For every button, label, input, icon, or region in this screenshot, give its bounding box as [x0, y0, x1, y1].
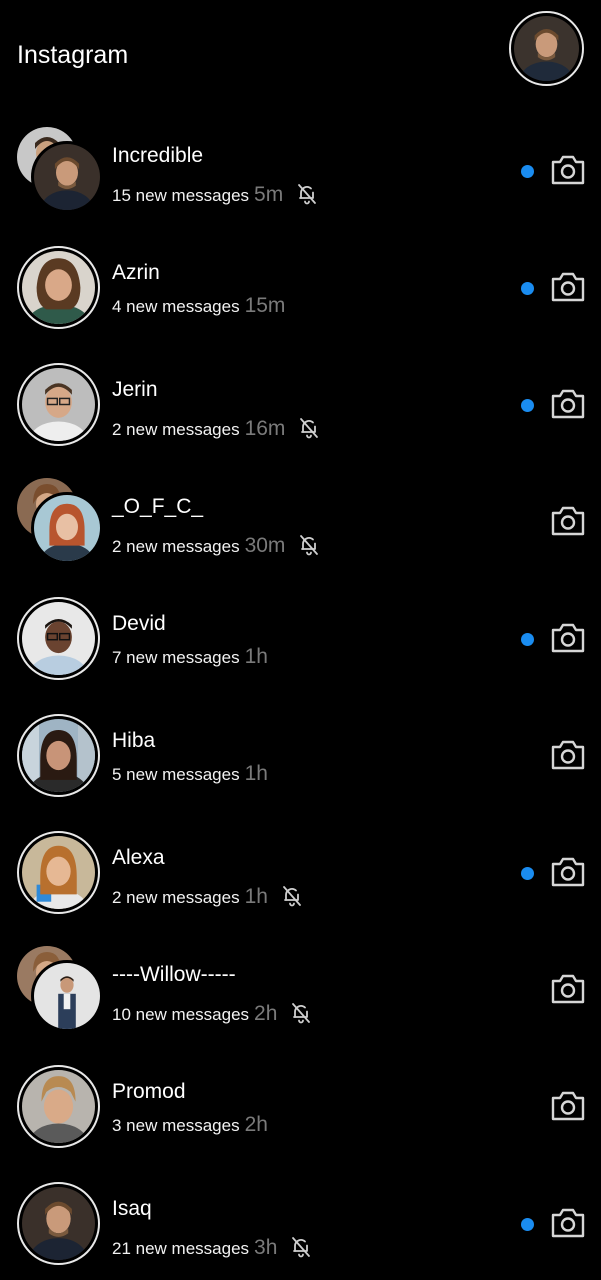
app-title: Instagram: [17, 41, 129, 69]
thread-meta: 5 new messages 1h: [112, 762, 268, 786]
message-preview: 10 new messages: [112, 1005, 250, 1024]
avatar: [17, 1065, 100, 1148]
thread-row[interactable]: Alexa 2 new messages 1h: [0, 812, 601, 929]
camera-button[interactable]: [549, 270, 587, 304]
thread-name: Isaq: [112, 1197, 152, 1220]
thread-meta: 2 new messages 16m: [112, 411, 321, 440]
thread-row[interactable]: ----Willow----- 10 new messages 2h: [0, 929, 601, 1046]
message-preview: 3 new messages: [112, 1116, 240, 1135]
thread-row[interactable]: _O_F_C_ 2 new messages 30m: [0, 461, 601, 578]
camera-button[interactable]: [549, 1206, 587, 1240]
header: Instagram: [0, 0, 601, 110]
avatar: [17, 246, 100, 329]
message-preview: 2 new messages: [112, 888, 240, 907]
muted-bell-icon: [289, 1235, 313, 1259]
thread-row[interactable]: Azrin 4 new messages 15m: [0, 227, 601, 344]
thread-meta: 15 new messages 5m: [112, 177, 319, 206]
message-preview: 2 new messages: [112, 537, 240, 556]
thread-name: Devid: [112, 612, 166, 635]
unread-dot: [521, 1218, 534, 1231]
unread-dot: [521, 165, 534, 178]
avatar: [17, 1182, 100, 1265]
camera-button[interactable]: [549, 1089, 587, 1123]
message-preview: 5 new messages: [112, 765, 240, 784]
timestamp: 5m: [254, 183, 284, 206]
thread-row[interactable]: Incredible 15 new messages 5m: [0, 110, 601, 227]
muted-bell-icon: [295, 182, 319, 206]
thread-list: Incredible 15 new messages 5m Azrin 4 ne…: [0, 110, 601, 1280]
thread-meta: 2 new messages 30m: [112, 528, 321, 557]
thread-name: Jerin: [112, 378, 158, 401]
timestamp: 15m: [244, 294, 286, 317]
muted-bell-icon: [289, 1001, 313, 1025]
group-avatar: [17, 946, 103, 1032]
timestamp: 1h: [244, 885, 268, 908]
thread-row[interactable]: Promod 3 new messages 2h: [0, 1046, 601, 1163]
thread-name: ----Willow-----: [112, 963, 236, 986]
unread-dot: [521, 399, 534, 412]
avatar: [17, 831, 100, 914]
muted-bell-icon: [297, 533, 321, 557]
message-preview: 2 new messages: [112, 420, 240, 439]
group-avatar: [17, 478, 103, 564]
thread-meta: 2 new messages 1h: [112, 879, 304, 908]
camera-button[interactable]: [549, 387, 587, 421]
thread-name: _O_F_C_: [112, 495, 204, 518]
message-preview: 4 new messages: [112, 297, 240, 316]
camera-button[interactable]: [549, 738, 587, 772]
thread-meta: 3 new messages 2h: [112, 1113, 268, 1137]
thread-meta: 7 new messages 1h: [112, 645, 268, 669]
muted-bell-icon: [297, 416, 321, 440]
profile-avatar[interactable]: [509, 11, 584, 86]
camera-button[interactable]: [549, 504, 587, 538]
thread-meta: 4 new messages 15m: [112, 294, 285, 318]
camera-button[interactable]: [549, 972, 587, 1006]
thread-name: Promod: [112, 1080, 186, 1103]
message-preview: 15 new messages: [112, 186, 250, 205]
timestamp: 3h: [254, 1236, 278, 1259]
thread-row[interactable]: Hiba 5 new messages 1h: [0, 695, 601, 812]
thread-name: Hiba: [112, 729, 156, 752]
camera-button[interactable]: [549, 153, 587, 187]
thread-name: Incredible: [112, 144, 204, 167]
message-preview: 7 new messages: [112, 648, 240, 667]
timestamp: 1h: [244, 645, 268, 668]
thread-name: Alexa: [112, 846, 165, 869]
group-avatar: [17, 127, 103, 213]
avatar: [17, 597, 100, 680]
unread-dot: [521, 867, 534, 880]
avatar: [17, 363, 100, 446]
timestamp: 16m: [244, 417, 286, 440]
camera-button[interactable]: [549, 621, 587, 655]
thread-row[interactable]: Devid 7 new messages 1h: [0, 578, 601, 695]
muted-bell-icon: [280, 884, 304, 908]
timestamp: 30m: [244, 534, 286, 557]
thread-row[interactable]: Isaq 21 new messages 3h: [0, 1163, 601, 1280]
thread-row[interactable]: Jerin 2 new messages 16m: [0, 344, 601, 461]
timestamp: 2h: [254, 1002, 278, 1025]
thread-meta: 21 new messages 3h: [112, 1230, 313, 1259]
thread-name: Azrin: [112, 261, 160, 284]
message-preview: 21 new messages: [112, 1239, 250, 1258]
timestamp: 2h: [244, 1113, 268, 1136]
avatar: [17, 714, 100, 797]
camera-button[interactable]: [549, 855, 587, 889]
thread-meta: 10 new messages 2h: [112, 996, 313, 1025]
timestamp: 1h: [244, 762, 268, 785]
unread-dot: [521, 633, 534, 646]
unread-dot: [521, 282, 534, 295]
